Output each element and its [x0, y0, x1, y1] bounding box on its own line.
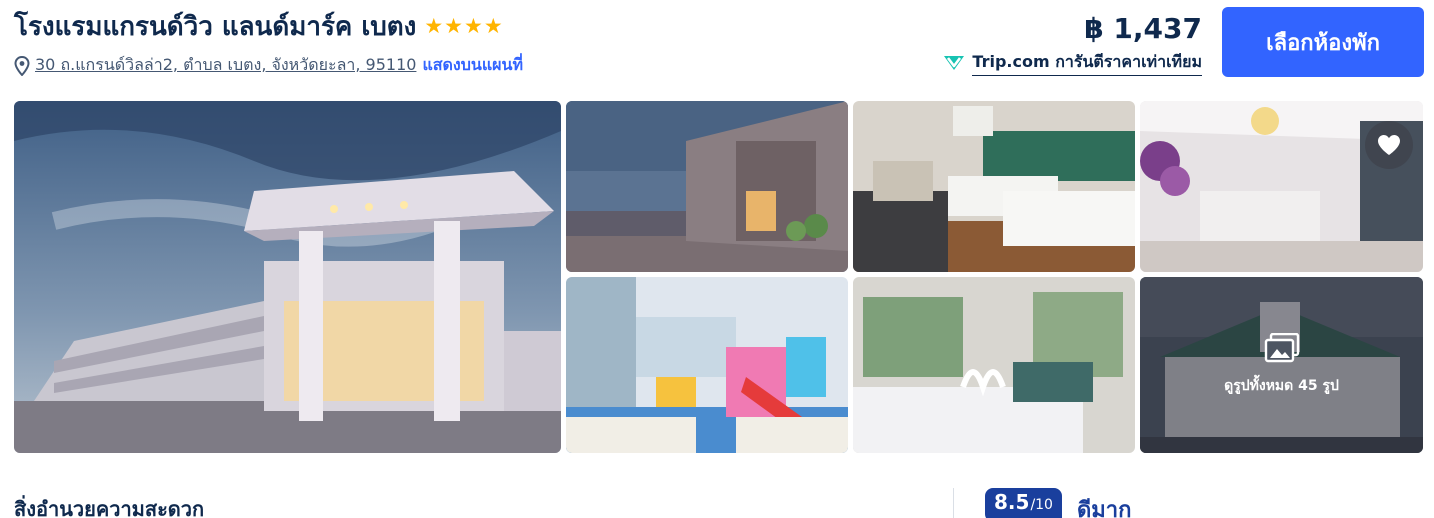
photo-hotel-exterior[interactable] [14, 101, 561, 453]
photo-twin-bedroom[interactable] [853, 101, 1135, 272]
select-room-button[interactable]: เลือกห้องพัก [1222, 7, 1424, 77]
star-rating: ★ ★ ★ ★ [424, 16, 502, 37]
map-pin-icon [14, 55, 30, 76]
address-text[interactable]: 30 ถ.แกรนด์วิลล่า2, ตำบล เบตง, จังหวัดยะ… [35, 53, 416, 78]
hotel-name: โรงแรมแกรนด์วิว แลนด์มาร์ค เบตง [14, 12, 417, 42]
hotel-title: โรงแรมแกรนด์วิว แลนด์มาร์ค เบตง ★ ★ ★ ★ [14, 6, 503, 47]
amenities-heading: สิ่งอำนวยความสะดวก [14, 497, 205, 518]
trip-guarantee-icon [944, 56, 965, 70]
photo-lobby[interactable] [1140, 101, 1423, 272]
price-guarantee[interactable]: Trip.com การันตีราคาเท่าเทียม [942, 50, 1202, 76]
all-photos-label: ดูรูปทั้งหมด 45 รูป [1224, 378, 1339, 394]
star-icon: ★ [424, 14, 444, 38]
photo-gallery: ดูรูปทั้งหมด 45 รูป [14, 101, 1423, 453]
review-score-max: /10 [1030, 497, 1053, 513]
star-icon: ★ [444, 14, 463, 38]
section-divider [953, 488, 954, 518]
favorite-button[interactable] [1365, 121, 1413, 169]
room-price: ฿ 1,437 [1084, 12, 1202, 45]
show-on-map-link[interactable]: แสดงบนแผนที่ [422, 53, 523, 78]
star-icon: ★ [483, 14, 503, 38]
heart-icon [1378, 135, 1400, 155]
review-score-label: ดีมาก [1077, 498, 1132, 518]
star-icon: ★ [463, 14, 483, 38]
all-photos-tile[interactable]: ดูรูปทั้งหมด 45 รูป [1140, 277, 1423, 453]
review-score-badge[interactable]: 8.5 /10 [985, 488, 1062, 518]
gallery-icon [1264, 333, 1299, 363]
photo-hotel-street[interactable] [566, 101, 848, 272]
photo-bedroom-view[interactable] [853, 277, 1135, 453]
photo-kids-playroom[interactable] [566, 277, 848, 453]
guarantee-brand: Trip.com [972, 52, 1050, 71]
all-photos-overlay[interactable]: ดูรูปทั้งหมด 45 รูป [1140, 277, 1423, 453]
hotel-address: 30 ถ.แกรนด์วิลล่า2, ตำบล เบตง, จังหวัดยะ… [14, 53, 523, 78]
guarantee-text: การันตีราคาเท่าเทียม [1055, 52, 1202, 71]
review-score: 8.5 [994, 490, 1030, 514]
